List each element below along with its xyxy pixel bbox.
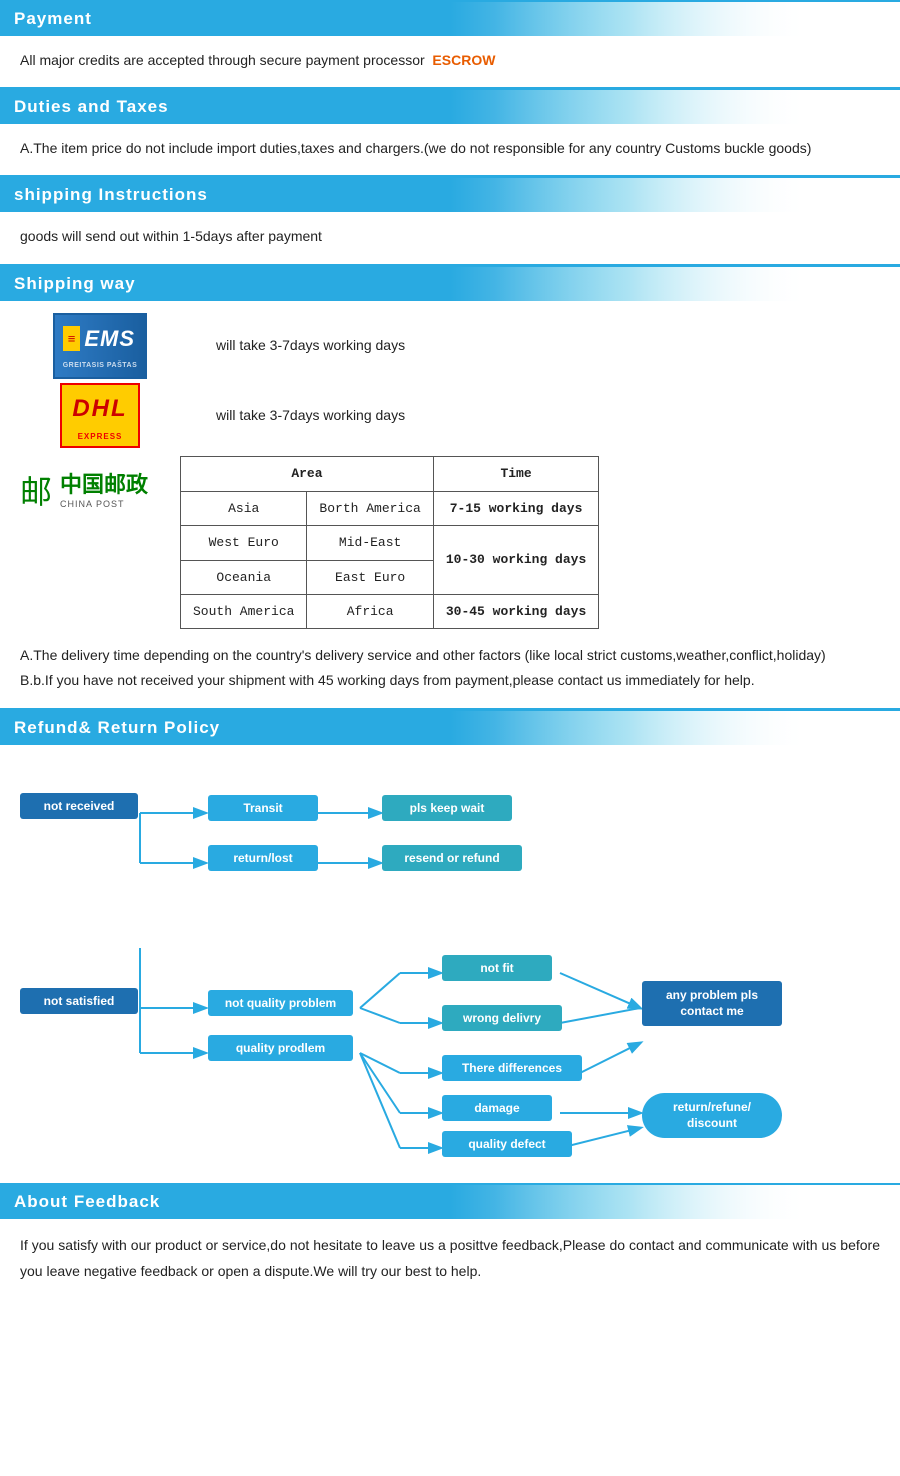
table-row: West Euro Mid-East 10-30 working days	[181, 526, 599, 560]
shipping-instructions-section: shipping Instructions goods will send ou…	[0, 176, 900, 264]
chinapost-logo: 邮 中国邮政 CHINA POST	[20, 456, 160, 522]
payment-section: Payment All major credits are accepted t…	[0, 0, 900, 88]
shipping-way-header-bar: Shipping way	[0, 265, 900, 301]
not-quality-problem-box: not quality problem	[208, 990, 353, 1016]
ems-row: ≡ EMS GREITASIS PAŠTAS will take 3-7days…	[20, 313, 880, 379]
chinapost-row: 邮 中国邮政 CHINA POST Area Time Asia	[20, 456, 880, 629]
shipping-time-table: Area Time Asia Borth America 7-15 workin…	[180, 456, 599, 629]
table-header-time: Time	[433, 457, 598, 491]
area-africa: Africa	[307, 594, 433, 628]
shipping-way-content: ≡ EMS GREITASIS PAŠTAS will take 3-7days…	[0, 301, 900, 709]
refund-section: Refund& Return Policy	[0, 709, 900, 1183]
dhl-row: DHL EXPRESS will take 3-7days working da…	[20, 383, 880, 449]
chinapost-chars: 中国邮政	[60, 474, 148, 496]
area-south-america: South America	[181, 594, 307, 628]
dhl-logo: DHL EXPRESS	[60, 383, 139, 449]
time-30-45: 30-45 working days	[433, 594, 598, 628]
refund-header-bar: Refund& Return Policy	[0, 709, 900, 745]
return-lost-box: return/lost	[208, 845, 318, 871]
chinapost-sub: CHINA POST	[60, 496, 148, 512]
payment-header-bar: Payment	[0, 0, 900, 36]
shipping-way-title: Shipping way	[14, 274, 136, 294]
area-west-euro: West Euro	[181, 526, 307, 560]
shipping-instructions-text: goods will send out within 1-5days after…	[20, 228, 322, 244]
resend-refund-box: resend or refund	[382, 845, 522, 871]
transit-box: Transit	[208, 795, 318, 821]
not-fit-box: not fit	[442, 955, 552, 981]
payment-text: All major credits are accepted through s…	[20, 52, 425, 68]
shipping-notes: A.The delivery time depending on the cou…	[20, 643, 880, 693]
quality-prodlem-box: quality prodlem	[208, 1035, 353, 1061]
chinapost-icon: 邮	[20, 464, 52, 522]
shipping-instructions-header-bar: shipping Instructions	[0, 176, 900, 212]
area-asia: Asia	[181, 491, 307, 525]
duties-title: Duties and Taxes	[14, 97, 169, 117]
damage-box: damage	[442, 1095, 552, 1121]
table-row: Asia Borth America 7-15 working days	[181, 491, 599, 525]
ems-logo: ≡ EMS GREITASIS PAŠTAS	[53, 313, 148, 379]
not-received-box: not received	[20, 793, 138, 819]
duties-text: A.The item price do not include import d…	[20, 140, 811, 156]
duties-header-bar: Duties and Taxes	[0, 88, 900, 124]
refund-title: Refund& Return Policy	[14, 718, 220, 738]
dhl-description: will take 3-7days working days	[216, 403, 405, 428]
duties-content: A.The item price do not include import d…	[0, 124, 900, 176]
table-header-area: Area	[181, 457, 434, 491]
quality-defect-box: quality defect	[442, 1131, 572, 1157]
escrow-label: ESCROW	[432, 52, 495, 68]
there-differences-box: There differences	[442, 1055, 582, 1081]
feedback-text: If you satisfy with our product or servi…	[20, 1237, 880, 1279]
feedback-title: About Feedback	[14, 1192, 160, 1212]
time-10-30: 10-30 working days	[433, 526, 598, 595]
dhl-logo-box: DHL EXPRESS	[20, 383, 180, 449]
payment-title: Payment	[14, 9, 92, 29]
any-problem-box: any problem plscontact me	[642, 981, 782, 1027]
pls-keep-wait-box: pls keep wait	[382, 795, 512, 821]
area-oceania: Oceania	[181, 560, 307, 594]
ems-subtitle: GREITASIS PAŠTAS	[63, 360, 138, 373]
feedback-section: About Feedback If you satisfy with our p…	[0, 1183, 900, 1305]
shipping-note-b: B.b.If you have not received your shipme…	[20, 668, 880, 693]
ems-description: will take 3-7days working days	[216, 333, 405, 358]
feedback-content: If you satisfy with our product or servi…	[0, 1219, 900, 1305]
ems-logo-box: ≡ EMS GREITASIS PAŠTAS	[20, 313, 180, 379]
refund-content: not received Transit return/lost pls kee…	[0, 745, 900, 1183]
return-refune-box: return/refune/discount	[642, 1093, 782, 1139]
table-row: South America Africa 30-45 working days	[181, 594, 599, 628]
duties-section: Duties and Taxes A.The item price do not…	[0, 88, 900, 176]
feedback-header-bar: About Feedback	[0, 1183, 900, 1219]
dhl-express-label: EXPRESS	[78, 430, 123, 444]
shipping-note-a: A.The delivery time depending on the cou…	[20, 643, 880, 668]
wrong-delivry-box: wrong delivry	[442, 1005, 562, 1031]
area-borth-america: Borth America	[307, 491, 433, 525]
shipping-way-section: Shipping way ≡ EMS GREITASIS PAŠTAS will…	[0, 265, 900, 709]
area-mid-east: Mid-East	[307, 526, 433, 560]
not-satisfied-box: not satisfied	[20, 988, 138, 1014]
time-7-15: 7-15 working days	[433, 491, 598, 525]
diagram-area: not received Transit return/lost pls kee…	[20, 773, 880, 1163]
shipping-instructions-title: shipping Instructions	[14, 185, 208, 205]
area-east-euro: East Euro	[307, 560, 433, 594]
shipping-instructions-content: goods will send out within 1-5days after…	[0, 212, 900, 264]
payment-content: All major credits are accepted through s…	[0, 36, 900, 88]
